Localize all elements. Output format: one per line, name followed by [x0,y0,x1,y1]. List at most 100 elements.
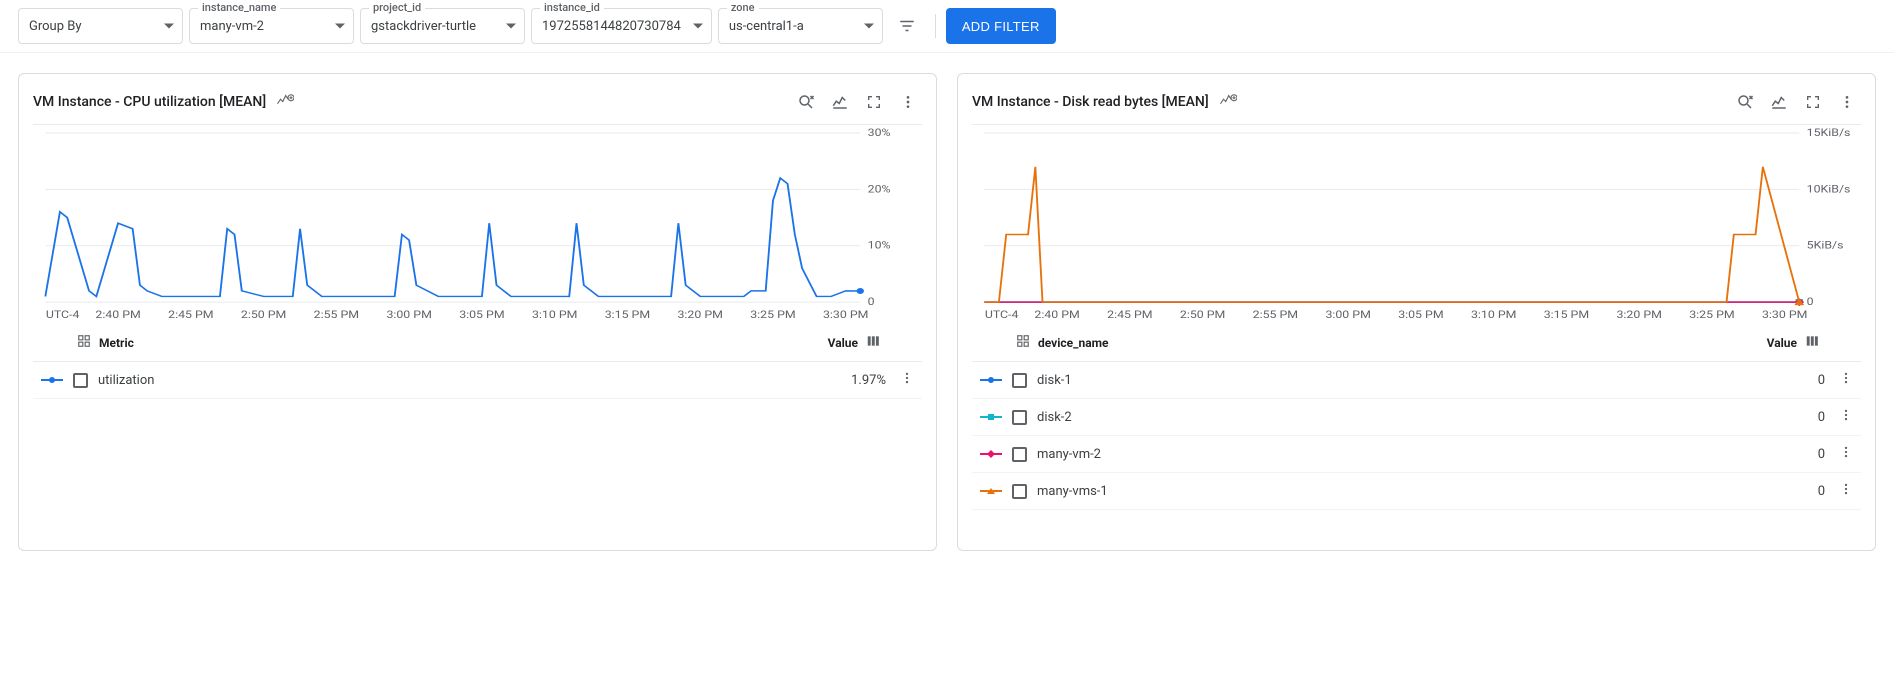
project-id-select[interactable]: project_id gstackdriver-turtle [360,8,525,44]
chart-area[interactable]: 30%20%10%0UTC-42:40 PM2:45 PM2:50 PM2:55… [33,124,922,324]
legend-name: disk-2 [1037,410,1072,425]
add-filter-button[interactable]: ADD FILTER [946,8,1056,44]
svg-text:3:15 PM: 3:15 PM [1544,309,1589,321]
legend-toggle-icon[interactable] [1765,88,1793,116]
breakdown-icon[interactable] [77,334,91,351]
row-more-icon[interactable] [1839,445,1853,463]
divider [935,14,936,38]
more-menu-icon[interactable] [1833,88,1861,116]
fullscreen-icon[interactable] [1799,88,1827,116]
filter-value: us-central1-a [729,19,804,34]
chart-area[interactable]: 15KiB/s 10KiB/s 5KiB/s 0 UTC-4 2:40 PM 2:45 PM… [972,124,1861,324]
breakdown-icon[interactable] [1016,334,1030,351]
legend-row: many-vms-1 0 [972,473,1861,510]
legend-value-label: Value [828,336,858,350]
filter-label: instance_name [198,1,280,14]
reset-zoom-icon[interactable] [1731,88,1759,116]
row-more-icon[interactable] [1839,408,1853,426]
legend-checkbox[interactable] [1012,484,1027,499]
zone-select[interactable]: zone us-central1-a [718,8,883,44]
legend-name: disk-1 [1037,373,1072,388]
svg-text:2:50 PM: 2:50 PM [1180,309,1225,321]
columns-icon[interactable] [1805,334,1819,351]
svg-text:3:10 PM: 3:10 PM [532,309,577,321]
legend-row: disk-2 0 [972,399,1861,436]
svg-text:3:00 PM: 3:00 PM [386,309,431,321]
group-by-select[interactable]: Group By [18,8,183,44]
series-marker-icon [41,375,63,385]
row-more-icon[interactable] [900,371,914,389]
svg-text:3:00 PM: 3:00 PM [1325,309,1370,321]
legend-checkbox[interactable] [73,373,88,388]
svg-text:5KiB/s: 5KiB/s [1807,240,1844,252]
legend-value: 0 [1818,373,1825,388]
row-more-icon[interactable] [1839,482,1853,500]
legend-header: Metric Value [33,324,922,362]
svg-text:3:05 PM: 3:05 PM [459,309,504,321]
legend-checkbox[interactable] [1012,447,1027,462]
more-menu-icon[interactable] [894,88,922,116]
filter-value: many-vm-2 [200,19,264,34]
filter-label: zone [727,1,759,14]
svg-text:3:05 PM: 3:05 PM [1398,309,1443,321]
legend-name: utilization [98,373,154,388]
svg-text:3:15 PM: 3:15 PM [605,309,650,321]
svg-text:3:30 PM: 3:30 PM [1762,309,1807,321]
legend-name: many-vm-2 [1037,447,1101,462]
series-marker-icon [980,486,1002,496]
series-marker-icon [980,375,1002,385]
chevron-down-icon [164,24,174,29]
svg-text:20%: 20% [868,183,891,195]
svg-text:2:45 PM: 2:45 PM [168,309,213,321]
svg-text:3:10 PM: 3:10 PM [1471,309,1516,321]
svg-text:0: 0 [1807,296,1814,308]
card-title: VM Instance - CPU utilization [MEAN] [33,94,266,110]
reset-zoom-icon[interactable] [792,88,820,116]
legend-metric-label: device_name [1038,336,1109,350]
filter-options-icon[interactable] [889,8,925,44]
svg-text:2:55 PM: 2:55 PM [314,309,359,321]
svg-text:2:40 PM: 2:40 PM [95,309,140,321]
legend-metric-label: Metric [99,336,134,350]
instance-id-select[interactable]: instance_id 1972558144820730784 [531,8,712,44]
legend-value: 1.97% [851,373,886,388]
legend-row: utilization 1.97% [33,362,922,399]
chevron-down-icon [506,24,516,29]
legend-value: 0 [1818,484,1825,499]
disk-card: VM Instance - Disk read bytes [MEAN] 15K… [957,73,1876,551]
legend-header: device_name Value [972,324,1861,362]
fullscreen-icon[interactable] [860,88,888,116]
legend-checkbox[interactable] [1012,373,1027,388]
legend-toggle-icon[interactable] [826,88,854,116]
group-by-placeholder: Group By [29,19,82,34]
svg-text:3:20 PM: 3:20 PM [677,309,722,321]
legend-checkbox[interactable] [1012,410,1027,425]
svg-text:2:45 PM: 2:45 PM [1107,309,1152,321]
series-marker-icon [980,449,1002,459]
svg-text:10KiB/s: 10KiB/s [1807,183,1851,195]
svg-text:3:25 PM: 3:25 PM [750,309,795,321]
filter-bar: Group By instance_name many-vm-2 project… [0,0,1894,53]
filter-label: instance_id [540,1,604,14]
svg-text:UTC-4: UTC-4 [985,309,1019,321]
series-marker-icon [980,412,1002,422]
legend-value-label: Value [1767,336,1797,350]
svg-text:15KiB/s: 15KiB/s [1807,127,1851,139]
cards-container: VM Instance - CPU utilization [MEAN] 30%… [0,53,1894,571]
legend-name: many-vms-1 [1037,484,1108,499]
svg-text:UTC-4: UTC-4 [46,309,80,321]
instance-name-select[interactable]: instance_name many-vm-2 [189,8,354,44]
row-more-icon[interactable] [1839,371,1853,389]
legend-row: many-vm-2 0 [972,436,1861,473]
columns-icon[interactable] [866,334,880,351]
legend-row: disk-1 0 [972,362,1861,399]
sparkline-search-icon[interactable] [276,93,294,111]
filter-value: 1972558144820730784 [542,19,681,34]
card-title: VM Instance - Disk read bytes [MEAN] [972,94,1209,110]
sparkline-search-icon[interactable] [1219,93,1237,111]
svg-text:10%: 10% [868,240,891,252]
svg-text:3:25 PM: 3:25 PM [1689,309,1734,321]
svg-text:2:40 PM: 2:40 PM [1034,309,1079,321]
svg-text:0: 0 [868,296,875,308]
legend-value: 0 [1818,410,1825,425]
